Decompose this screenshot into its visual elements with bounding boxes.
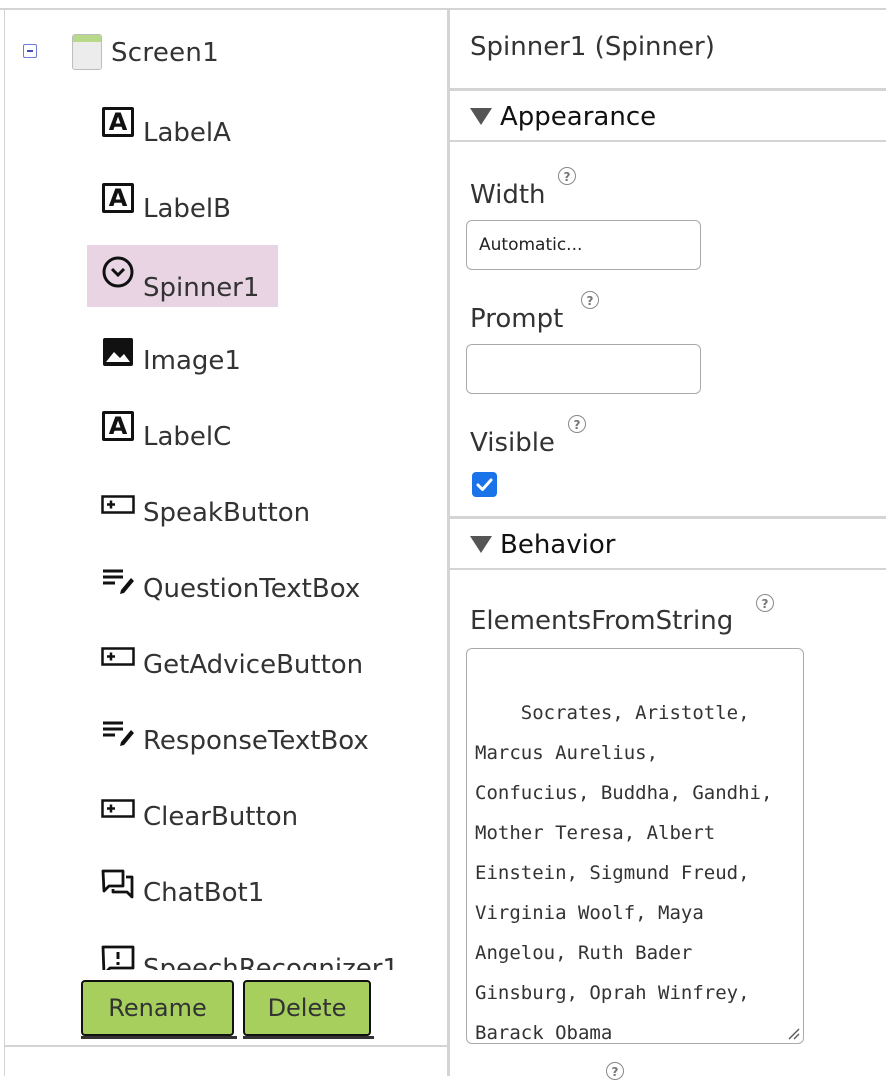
tree-item-label: LabelB bbox=[143, 194, 231, 224]
elements-from-string-label: ElementsFromString bbox=[470, 606, 734, 636]
label-icon: A bbox=[102, 411, 134, 441]
tree-item-label: Image1 bbox=[143, 346, 241, 376]
help-icon[interactable]: ? bbox=[606, 1062, 624, 1080]
button-icon bbox=[101, 799, 135, 818]
tree-item-labela[interactable]: A LabelA bbox=[5, 100, 447, 162]
checkmark-icon bbox=[476, 478, 493, 491]
chatbot-icon bbox=[101, 869, 134, 899]
tree-item-speakbutton[interactable]: SpeakButton bbox=[5, 480, 447, 542]
prompt-label: Prompt bbox=[470, 304, 564, 334]
spinner-icon bbox=[102, 256, 134, 288]
tree-item-responsetextbox[interactable]: ResponseTextBox bbox=[5, 708, 447, 770]
textbox-icon bbox=[103, 721, 134, 746]
visible-checkbox[interactable] bbox=[472, 472, 497, 497]
behavior-section-title: Behavior bbox=[500, 530, 616, 560]
width-label: Width bbox=[470, 180, 546, 210]
collapse-triangle-icon bbox=[470, 108, 492, 125]
tree-item-image1[interactable]: Image1 bbox=[5, 328, 447, 390]
properties-title: Spinner1 (Spinner) bbox=[470, 32, 715, 62]
tree-item-spinner1[interactable]: Spinner1 bbox=[5, 245, 447, 307]
tree-item-label: Spinner1 bbox=[143, 273, 260, 303]
collapse-toggle-icon[interactable] bbox=[23, 44, 37, 58]
tree-item-label: LabelC bbox=[143, 422, 232, 452]
image-icon bbox=[103, 338, 133, 366]
help-icon[interactable]: ? bbox=[756, 594, 774, 612]
tree-item-label: SpeakButton bbox=[143, 498, 311, 528]
tree-item-label: GetAdviceButton bbox=[143, 650, 364, 680]
tree-item-labelb[interactable]: A LabelB bbox=[5, 176, 447, 238]
tree-item-chatbot1[interactable]: ChatBot1 bbox=[5, 860, 447, 922]
prompt-field[interactable] bbox=[466, 344, 701, 394]
speech-recognizer-icon bbox=[101, 945, 135, 970]
appearance-section-title: Appearance bbox=[500, 102, 657, 132]
visible-label: Visible bbox=[470, 428, 555, 458]
component-tree: Screen1 A LabelA A LabelB Spinner1 Image… bbox=[5, 10, 447, 970]
button-icon bbox=[101, 647, 135, 666]
help-icon[interactable]: ? bbox=[558, 167, 576, 185]
properties-panel: Spinner1 (Spinner) Appearance Width ? Au… bbox=[450, 10, 886, 1080]
button-icon bbox=[101, 495, 135, 514]
tree-item-label: ClearButton bbox=[143, 802, 299, 832]
tree-item-label: LabelA bbox=[143, 118, 231, 148]
tree-root-screen1[interactable]: Screen1 bbox=[111, 38, 219, 68]
tree-item-label: QuestionTextBox bbox=[143, 574, 361, 604]
label-icon: A bbox=[102, 183, 134, 213]
appearance-section-header[interactable]: Appearance bbox=[450, 88, 886, 142]
width-field[interactable]: Automatic... bbox=[466, 220, 701, 270]
tree-item-clearbutton[interactable]: ClearButton bbox=[5, 784, 447, 846]
help-icon[interactable]: ? bbox=[581, 291, 599, 309]
tree-item-label: ResponseTextBox bbox=[143, 726, 369, 756]
screen-icon bbox=[72, 34, 102, 70]
tree-item-questiontextbox[interactable]: QuestionTextBox bbox=[5, 556, 447, 618]
textbox-icon bbox=[103, 569, 134, 594]
behavior-section-header[interactable]: Behavior bbox=[450, 516, 886, 570]
rename-button[interactable]: Rename bbox=[81, 980, 237, 1039]
elements-from-string-value: Socrates, Aristotle, Marcus Aurelius, Co… bbox=[475, 702, 773, 1044]
label-icon: A bbox=[102, 107, 134, 137]
tree-item-getadvicebutton[interactable]: GetAdviceButton bbox=[5, 632, 447, 694]
help-icon[interactable]: ? bbox=[568, 415, 586, 433]
tree-item-labelc[interactable]: A LabelC bbox=[5, 404, 447, 466]
tree-item-speechrecognizer1[interactable]: SpeechRecognizer1 bbox=[5, 936, 447, 970]
collapse-triangle-icon bbox=[470, 536, 492, 553]
resize-grip-icon[interactable] bbox=[786, 1026, 800, 1040]
tree-item-label: SpeechRecognizer1 bbox=[143, 954, 399, 970]
delete-button[interactable]: Delete bbox=[243, 980, 374, 1039]
tree-item-label: ChatBot1 bbox=[143, 878, 265, 908]
elements-from-string-textarea[interactable]: Socrates, Aristotle, Marcus Aurelius, Co… bbox=[466, 648, 804, 1044]
